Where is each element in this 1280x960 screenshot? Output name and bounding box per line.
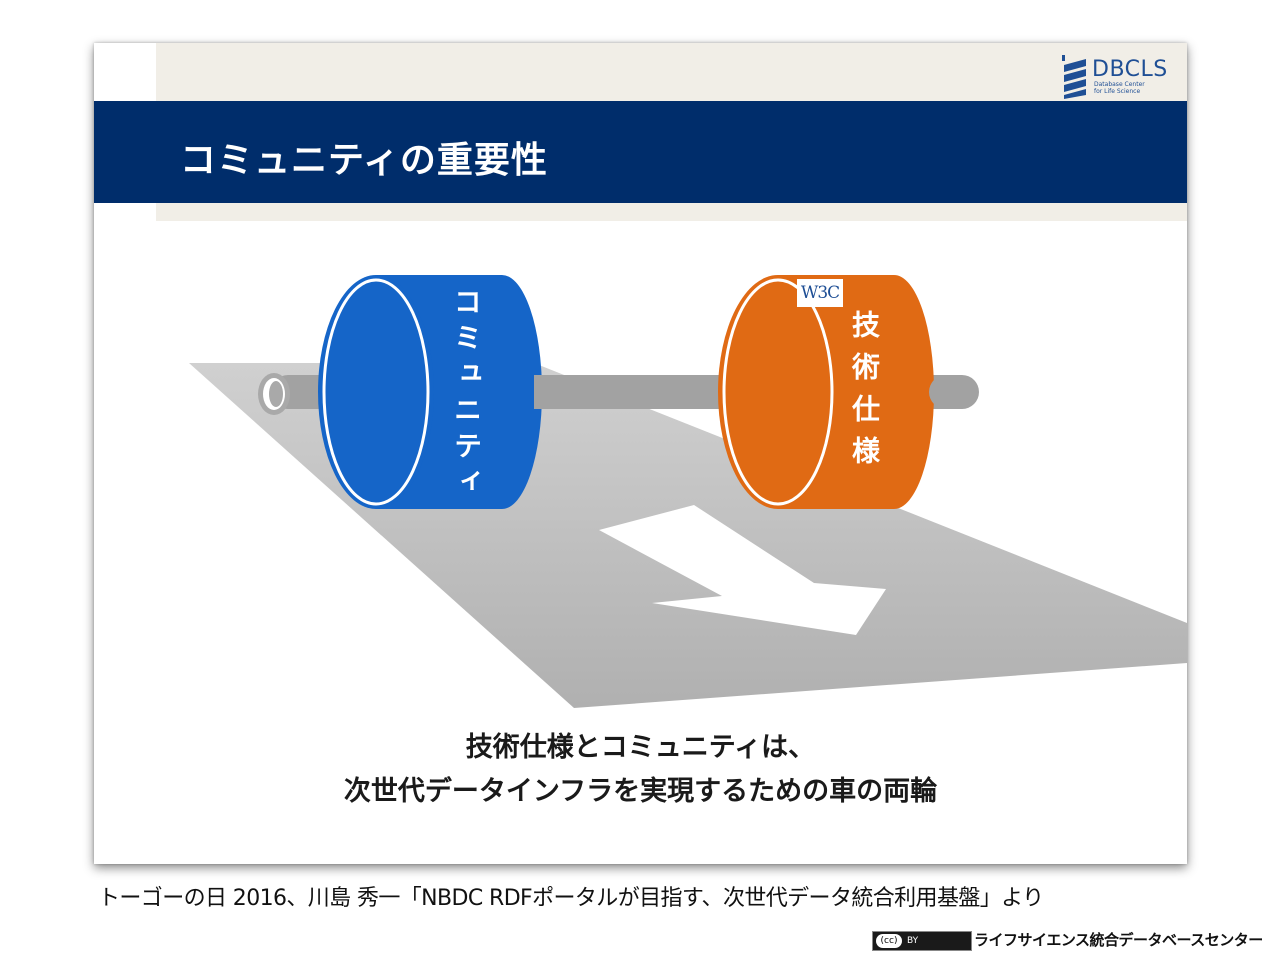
left-wheel-label: コミュニティ (450, 287, 483, 503)
right-wheel-label: 技術仕様 (848, 310, 881, 478)
caption-line-1: 技術仕様とコミュニティは、 (465, 732, 816, 763)
organization-name: ライフサイエンス統合データベースセンター (974, 931, 1263, 949)
cc-by-license-badge[interactable]: (cc) BY (872, 931, 972, 951)
by-icon: BY (907, 936, 919, 946)
caption-line-2: 次世代データインフラを実現するための車の両輪 (343, 776, 938, 807)
cc-icon: (cc) (876, 934, 902, 948)
w3c-badge: W3C (797, 279, 843, 307)
slide: コミュニティの重要性 DBCLS Database Center for Life… (94, 43, 1187, 864)
right-wheel (718, 275, 934, 509)
left-wheel (318, 275, 542, 509)
source-citation: トーゴーの日 2016、川島 秀一「NBDC RDFポータルが目指す、次世代デー… (98, 886, 1044, 911)
